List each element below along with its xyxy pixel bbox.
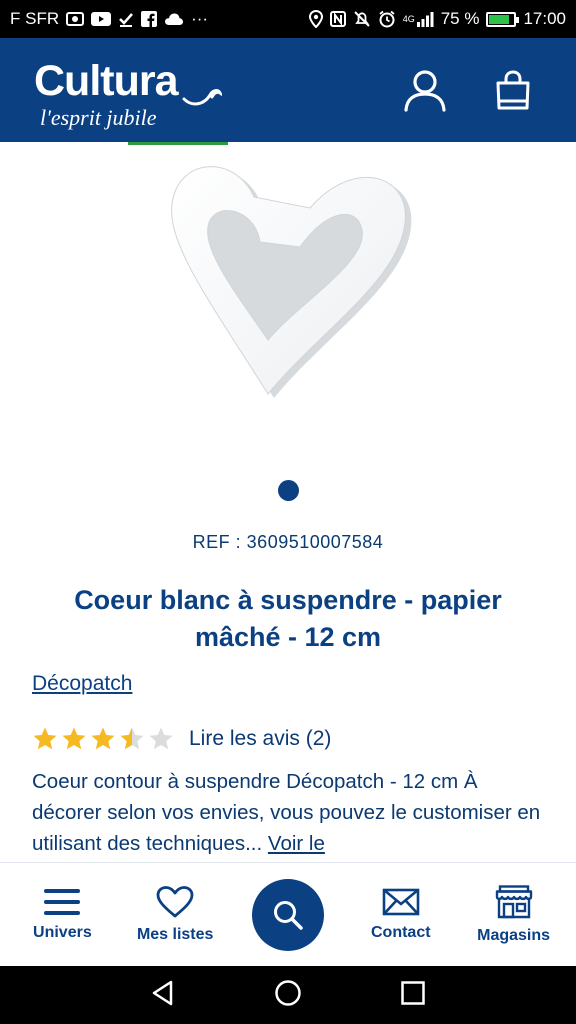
facebook-icon: [141, 11, 158, 27]
pagination-dot-active[interactable]: [277, 480, 299, 501]
product-rating[interactable]: Lire les avis (2): [32, 726, 331, 752]
rating-star-4: [120, 727, 144, 750]
logo-name: Cultura: [34, 57, 178, 105]
read-more-link[interactable]: Voir le: [268, 832, 325, 855]
nfc-icon: [329, 11, 346, 27]
recents-button[interactable]: [399, 979, 427, 1012]
search-icon: [273, 900, 303, 930]
cloud-icon: [164, 12, 184, 26]
rating-star-2: [62, 727, 86, 750]
alarm-icon: [378, 10, 396, 28]
youtube-icon: [91, 12, 112, 26]
heart-icon: [156, 885, 194, 917]
battery-level-fill: [489, 14, 509, 24]
account-button[interactable]: [402, 67, 448, 113]
clock: 17:00: [523, 9, 566, 28]
rating-stars: [32, 726, 174, 752]
rating-star-3: [91, 727, 115, 750]
search-button[interactable]: [251, 878, 324, 951]
cultura-logo[interactable]: Cultura l'esprit jubile: [34, 55, 222, 130]
image-indicator: [128, 142, 228, 145]
cart-button[interactable]: [490, 67, 536, 113]
nav-contact[interactable]: Contact: [346, 888, 456, 942]
product-reference: REF : 3609510007584: [192, 532, 384, 552]
home-button[interactable]: [274, 979, 302, 1012]
user-icon: [404, 70, 446, 112]
nav-label-contact: Contact: [371, 923, 431, 941]
check-icon: [118, 11, 134, 27]
logo-swirl-icon: [182, 89, 222, 106]
store-icon: [495, 884, 532, 918]
read-reviews-link[interactable]: Lire les avis (2): [189, 727, 331, 751]
nav-label-mes-listes: Mes listes: [136, 925, 214, 943]
photo-icon: [66, 11, 85, 27]
product-title: Coeur blanc à suspendre - papier mâché -…: [74, 585, 502, 652]
mail-icon: [382, 888, 420, 915]
system-navigation-bar: [0, 966, 576, 1024]
nav-label-magasins: Magasins: [477, 926, 551, 944]
network-type-label: 4G: [402, 13, 415, 24]
app-header: Cultura l'esprit jubile: [0, 38, 576, 142]
back-button[interactable]: [149, 979, 177, 1012]
product-description: Coeur contour à suspendre Décopatch - 12…: [32, 766, 544, 861]
battery-percent: 75 %: [440, 9, 480, 28]
product-image-area[interactable]: [0, 142, 576, 472]
signal-icon: 4G: [403, 11, 434, 27]
nav-mes-listes[interactable]: Mes listes: [120, 885, 230, 944]
image-pagination: [0, 480, 576, 501]
recents-icon: [401, 980, 426, 1005]
heart-product-image: [150, 152, 420, 417]
carrier-label: F SFR: [10, 9, 60, 28]
nav-univers[interactable]: Univers: [7, 888, 117, 942]
menu-icon: [44, 888, 81, 915]
nav-label-univers: Univers: [33, 923, 92, 941]
nav-magasins[interactable]: Magasins: [459, 884, 569, 945]
bottom-navigation: Univers Mes listes Contact Magasins: [0, 862, 576, 966]
nav-search[interactable]: [233, 878, 343, 951]
rating-star-5: [149, 727, 173, 750]
mute-icon: [353, 10, 371, 28]
home-icon: [275, 979, 301, 1006]
status-bar: F SFR ··· 4G 75 % 17:00: [0, 0, 576, 38]
rating-star-1: [33, 727, 57, 750]
back-icon: [152, 980, 172, 1005]
logo-tagline: l'esprit jubile: [40, 105, 157, 130]
location-icon: [308, 10, 323, 28]
more-notifications: ···: [191, 9, 209, 28]
shopping-bag-icon: [496, 70, 530, 110]
brand-link[interactable]: Décopatch: [32, 672, 132, 696]
battery-icon: [486, 11, 520, 27]
